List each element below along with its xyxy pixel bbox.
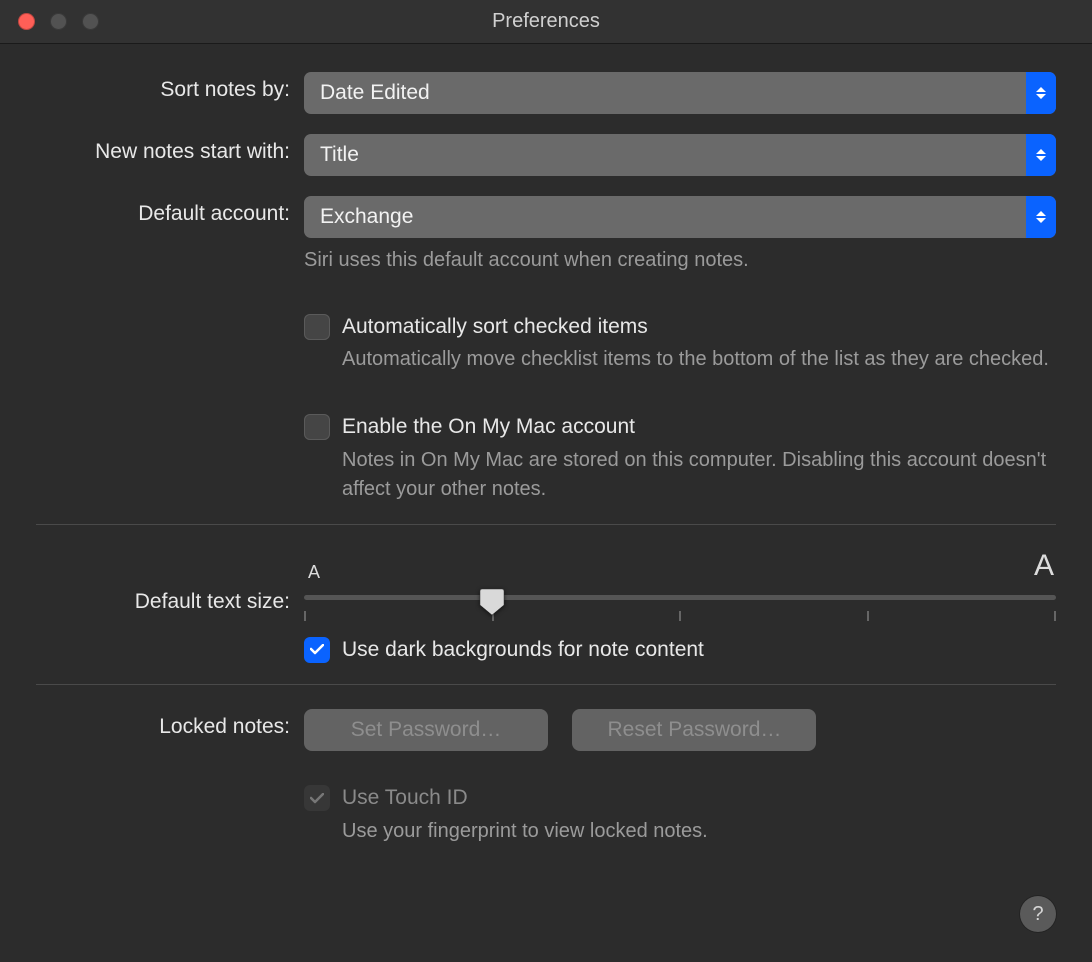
check-icon bbox=[310, 793, 324, 804]
slider-tick bbox=[679, 611, 681, 621]
new-notes-label: New notes start with: bbox=[36, 134, 304, 164]
select-stepper-icon bbox=[1026, 72, 1056, 114]
sort-notes-select[interactable]: Date Edited bbox=[304, 72, 1056, 114]
select-stepper-icon bbox=[1026, 196, 1056, 238]
sort-notes-value: Date Edited bbox=[304, 81, 1026, 105]
default-account-hint: Siri uses this default account when crea… bbox=[304, 246, 1056, 274]
help-button[interactable]: ? bbox=[1020, 896, 1056, 932]
default-account-label: Default account: bbox=[36, 196, 304, 226]
new-notes-select[interactable]: Title bbox=[304, 134, 1056, 176]
slider-track bbox=[304, 595, 1056, 600]
on-my-mac-desc: Notes in On My Mac are stored on this co… bbox=[342, 446, 1056, 504]
auto-sort-checkbox[interactable] bbox=[304, 314, 330, 340]
slider-thumb[interactable] bbox=[479, 587, 505, 617]
text-size-slider[interactable] bbox=[304, 589, 1056, 627]
text-size-range-icons: A A bbox=[304, 549, 1056, 583]
help-icon: ? bbox=[1032, 903, 1043, 926]
slider-ticks bbox=[304, 611, 1056, 621]
default-account-value: Exchange bbox=[304, 205, 1026, 229]
preferences-content: Sort notes by: Date Edited New notes sta… bbox=[0, 44, 1092, 880]
title-bar: Preferences bbox=[0, 0, 1092, 44]
locked-notes-label: Locked notes: bbox=[36, 709, 304, 739]
auto-sort-label: Automatically sort checked items bbox=[342, 312, 1049, 341]
dark-backgrounds-label: Use dark backgrounds for note content bbox=[342, 635, 704, 664]
auto-sort-desc: Automatically move checklist items to th… bbox=[342, 345, 1049, 374]
text-size-label: Default text size: bbox=[36, 562, 304, 614]
slider-tick bbox=[304, 611, 306, 621]
slider-tick bbox=[867, 611, 869, 621]
touch-id-desc: Use your fingerprint to view locked note… bbox=[342, 817, 708, 846]
divider bbox=[36, 684, 1056, 685]
dark-backgrounds-checkbox[interactable] bbox=[304, 637, 330, 663]
window-title: Preferences bbox=[0, 10, 1092, 33]
check-icon bbox=[310, 644, 324, 655]
divider bbox=[36, 524, 1056, 525]
preferences-window: Preferences Sort notes by: Date Edited N… bbox=[0, 0, 1092, 962]
select-stepper-icon bbox=[1026, 134, 1056, 176]
default-account-select[interactable]: Exchange bbox=[304, 196, 1056, 238]
new-notes-value: Title bbox=[304, 143, 1026, 167]
text-size-small-icon: A bbox=[304, 562, 320, 583]
set-password-button[interactable]: Set Password… bbox=[304, 709, 548, 751]
sort-notes-label: Sort notes by: bbox=[36, 72, 304, 102]
text-size-large-icon: A bbox=[1034, 549, 1056, 583]
touch-id-label: Use Touch ID bbox=[342, 783, 708, 812]
reset-password-button[interactable]: Reset Password… bbox=[572, 709, 816, 751]
on-my-mac-checkbox[interactable] bbox=[304, 414, 330, 440]
on-my-mac-label: Enable the On My Mac account bbox=[342, 412, 1056, 441]
slider-tick bbox=[1054, 611, 1056, 621]
touch-id-checkbox bbox=[304, 785, 330, 811]
